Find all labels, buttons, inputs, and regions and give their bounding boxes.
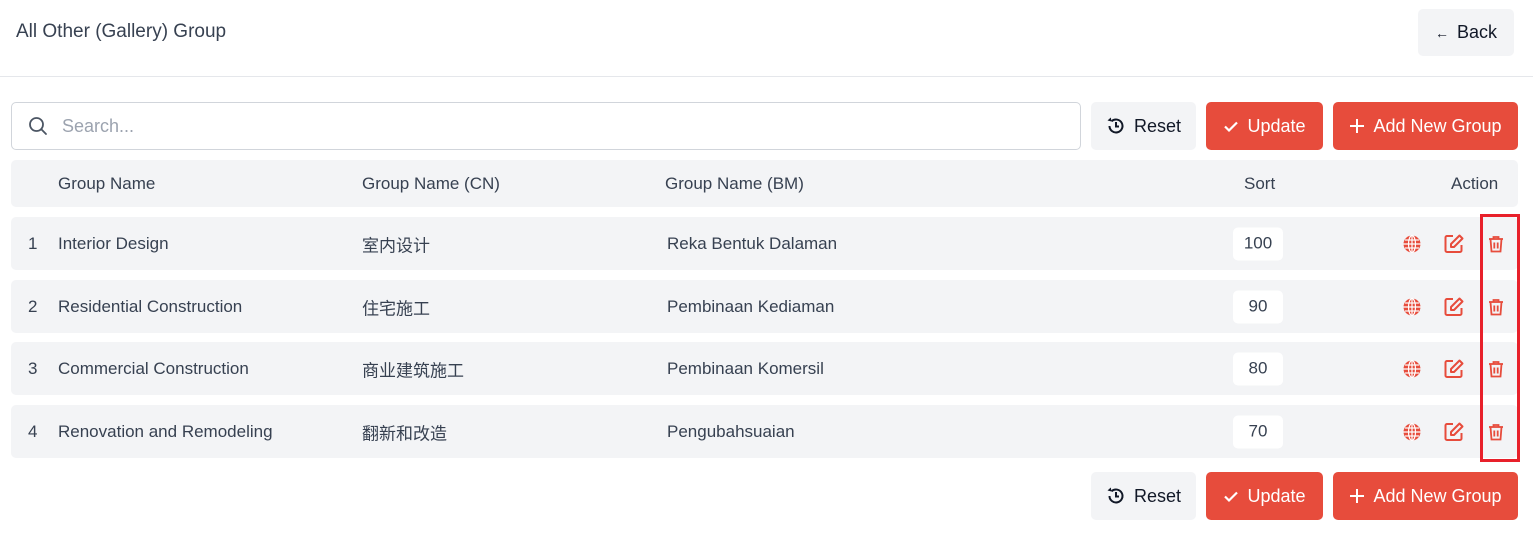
- update-button-top[interactable]: Update: [1206, 102, 1323, 150]
- group-name-bm: Reka Bentuk Dalaman: [667, 233, 838, 253]
- group-name: Residential Construction: [58, 296, 243, 316]
- group-name: Commercial Construction: [58, 358, 249, 378]
- column-header-group-name-bm[interactable]: Group Name (BM): [665, 174, 804, 194]
- table-row: 2 Residential Construction 住宅施工 Pembinaa…: [11, 280, 1518, 333]
- search-input[interactable]: [62, 115, 1022, 137]
- column-header-group-name-cn[interactable]: Group Name (CN): [362, 174, 500, 194]
- page-header: All Other (Gallery) Group ← Back: [0, 0, 1533, 77]
- history-icon: [1107, 117, 1124, 134]
- edit-icon[interactable]: [1443, 358, 1465, 380]
- group-name: Renovation and Remodeling: [58, 421, 273, 441]
- plus-icon: [1350, 489, 1365, 503]
- sort-input[interactable]: 90: [1233, 290, 1283, 323]
- page-title: All Other (Gallery) Group: [16, 21, 227, 42]
- group-name-bm: Pembinaan Kediaman: [667, 296, 835, 316]
- edit-icon[interactable]: [1443, 421, 1465, 443]
- table-header: Group Name Group Name (CN) Group Name (B…: [11, 160, 1518, 207]
- add-new-group-button-bottom[interactable]: Add New Group: [1333, 472, 1518, 520]
- trash-icon[interactable]: [1485, 296, 1507, 318]
- table-row: 1 Interior Design 室内设计 Reka Bentuk Dalam…: [11, 217, 1518, 270]
- plus-icon: [1350, 119, 1365, 133]
- group-name-bm: Pembinaan Komersil: [667, 358, 824, 378]
- reset-button-top[interactable]: Reset: [1091, 102, 1196, 150]
- column-header-sort[interactable]: Sort: [1244, 174, 1275, 194]
- globe-icon[interactable]: [1401, 233, 1423, 255]
- group-name-cn: 商业建筑施工: [362, 361, 464, 380]
- update-label: Update: [1247, 485, 1306, 506]
- row-index: 2: [28, 296, 38, 316]
- group-name-cn: 室内设计: [362, 236, 430, 255]
- search-icon: [29, 117, 47, 135]
- check-icon: [1224, 491, 1239, 503]
- check-icon: [1224, 121, 1239, 133]
- add-label: Add New Group: [1373, 485, 1502, 506]
- edit-icon[interactable]: [1443, 233, 1465, 255]
- back-button[interactable]: ← Back: [1418, 9, 1514, 56]
- group-name-cn: 住宅施工: [362, 299, 430, 318]
- add-new-group-button-top[interactable]: Add New Group: [1333, 102, 1518, 150]
- row-index: 1: [28, 233, 38, 253]
- globe-icon[interactable]: [1401, 421, 1423, 443]
- sort-input[interactable]: 100: [1233, 227, 1283, 260]
- column-header-action: Action: [1451, 173, 1499, 193]
- table-row: 4 Renovation and Remodeling 翻新和改造 Pengub…: [11, 405, 1518, 458]
- trash-icon[interactable]: [1485, 358, 1507, 380]
- sort-input[interactable]: 70: [1233, 415, 1283, 448]
- reset-label: Reset: [1133, 485, 1182, 506]
- search-field[interactable]: [11, 102, 1081, 150]
- row-index: 4: [28, 421, 38, 441]
- update-label: Update: [1247, 115, 1306, 136]
- reset-label: Reset: [1133, 115, 1182, 136]
- group-name: Interior Design: [58, 233, 169, 253]
- back-label: Back: [1456, 22, 1498, 42]
- update-button-bottom[interactable]: Update: [1206, 472, 1323, 520]
- trash-icon[interactable]: [1485, 421, 1507, 443]
- sort-input[interactable]: 80: [1233, 352, 1283, 385]
- row-index: 3: [28, 358, 38, 378]
- reset-button-bottom[interactable]: Reset: [1091, 472, 1196, 520]
- group-name-cn: 翻新和改造: [362, 424, 447, 443]
- trash-icon[interactable]: [1485, 233, 1507, 255]
- globe-icon[interactable]: [1401, 358, 1423, 380]
- arrow-left-icon: ←: [1434, 24, 1449, 41]
- group-name-bm: Pengubahsuaian: [667, 421, 795, 441]
- globe-icon[interactable]: [1401, 296, 1423, 318]
- add-label: Add New Group: [1373, 115, 1502, 136]
- column-header-group-name[interactable]: Group Name: [58, 174, 155, 194]
- table-row: 3 Commercial Construction 商业建筑施工 Pembina…: [11, 342, 1518, 395]
- edit-icon[interactable]: [1443, 296, 1465, 318]
- history-icon: [1107, 487, 1124, 504]
